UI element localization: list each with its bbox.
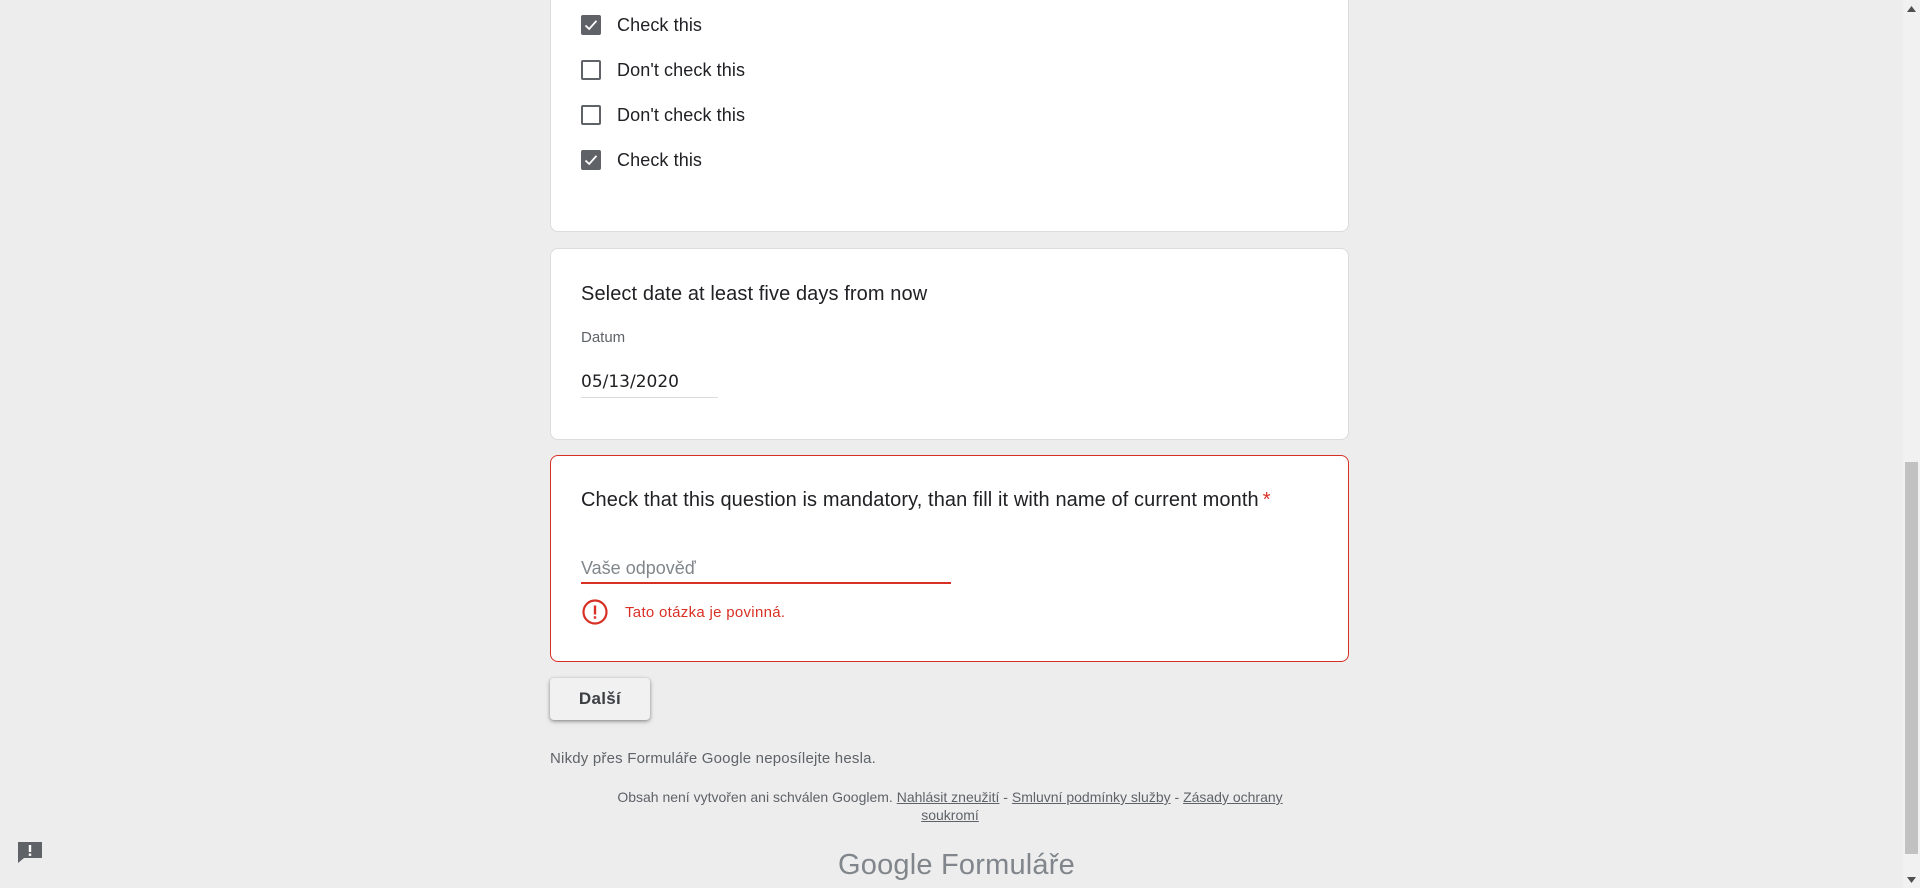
month-question-card: Check that this question is mandatory, t… — [550, 455, 1349, 662]
page-scrollbar[interactable] — [1903, 0, 1920, 888]
date-caption: Datum — [581, 329, 626, 346]
checkbox-label: Check this — [617, 14, 703, 35]
checkbox-option[interactable]: Don't check this — [581, 55, 745, 85]
check-icon — [584, 155, 598, 166]
required-marker: * — [1262, 489, 1271, 511]
date-input[interactable]: 05/13/2020 — [581, 367, 718, 398]
error-message: Tato otázka je povinná. — [581, 598, 785, 626]
checkbox-option[interactable]: Check this — [581, 145, 702, 175]
checkbox-label: Check this — [617, 149, 703, 170]
checkbox[interactable] — [581, 60, 601, 80]
question-title: Check that this question is mandatory, t… — [581, 489, 1271, 512]
checkbox[interactable] — [581, 150, 601, 170]
arrow-up-icon — [1907, 5, 1916, 12]
google-forms-logo[interactable]: Google Formuláře — [838, 849, 1075, 882]
check-icon — [584, 20, 598, 31]
answer-input[interactable] — [581, 554, 951, 584]
feedback-icon — [18, 842, 42, 863]
question-title: Select date at least five days from now — [581, 283, 928, 305]
next-button[interactable]: Další — [550, 678, 650, 720]
arrow-down-icon — [1907, 876, 1916, 883]
checkbox-label: Don't check this — [617, 59, 746, 80]
date-question-card: Select date at least five days from now … — [550, 248, 1349, 440]
footer-legal: Obsah není vytvořen ani schválen Googlem… — [590, 788, 1310, 824]
report-abuse-link[interactable]: Nahlásit zneužití — [897, 789, 1000, 805]
checkbox[interactable] — [581, 15, 601, 35]
separator: - — [1170, 789, 1184, 805]
feedback-button[interactable] — [16, 840, 44, 864]
error-text: Tato otázka je povinná. — [625, 603, 786, 621]
checkbox-option[interactable]: Don't check this — [581, 100, 745, 130]
checkbox-question-card: Check this Don't check this Don't check … — [550, 0, 1349, 232]
form-page: Check this Don't check this Don't check … — [0, 0, 1903, 888]
separator: - — [999, 789, 1012, 805]
terms-link[interactable]: Smluvní podmínky služby — [1012, 789, 1171, 805]
scroll-down-arrow[interactable] — [1903, 871, 1920, 888]
error-circle-icon — [582, 599, 608, 625]
question-title-text: Check that this question is mandatory, t… — [581, 489, 1259, 511]
checkbox-option[interactable]: Check this — [581, 10, 702, 40]
brand-google: Google — [838, 849, 933, 881]
brand-product: Formuláře — [940, 849, 1075, 881]
checkbox-label: Don't check this — [617, 104, 746, 125]
password-warning: Nikdy přes Formuláře Google neposílejte … — [550, 750, 877, 767]
checkbox[interactable] — [581, 105, 601, 125]
scroll-up-arrow[interactable] — [1903, 0, 1920, 17]
legal-disclaimer: Obsah není vytvořen ani schválen Googlem… — [617, 789, 893, 805]
scroll-thumb[interactable] — [1905, 462, 1918, 854]
date-value: 05/13/2020 — [581, 372, 679, 392]
